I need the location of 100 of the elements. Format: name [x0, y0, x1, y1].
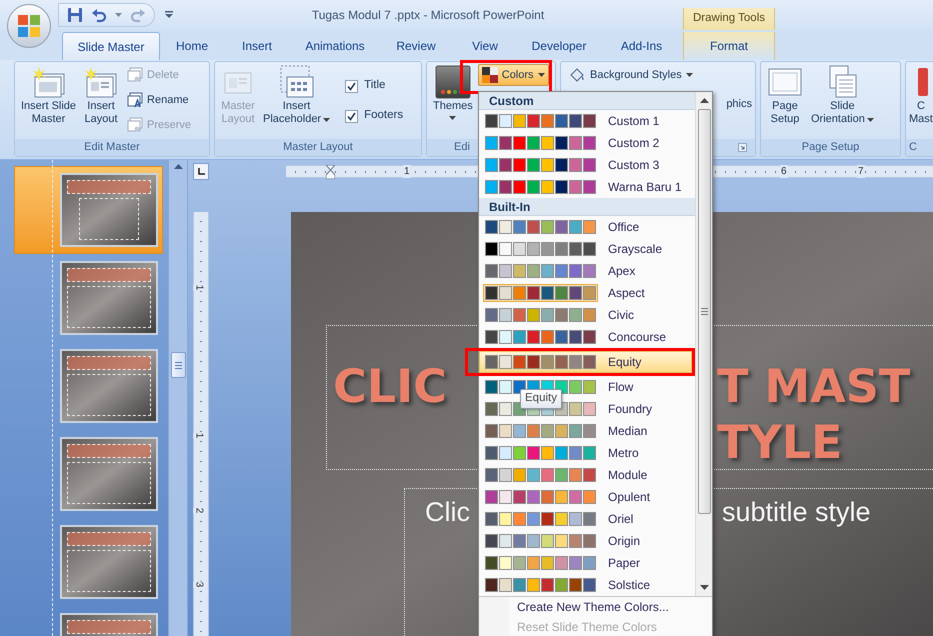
- slide-thumbnail[interactable]: [60, 437, 158, 511]
- scroll-down-icon[interactable]: [700, 585, 708, 590]
- colors-icon: [482, 67, 498, 83]
- ribbon-button[interactable]: Page Setup: [764, 62, 806, 138]
- slide-thumbnail[interactable]: [60, 349, 158, 423]
- tooltip: Equity: [520, 389, 562, 409]
- delete-slide-icon: [127, 67, 144, 83]
- tab-selector-button[interactable]: [193, 162, 209, 180]
- indent-marker-icon[interactable]: [326, 164, 335, 178]
- ribbon-tab[interactable]: Review: [380, 32, 452, 60]
- ribbon-tab[interactable]: Add-Ins: [600, 32, 683, 60]
- section-heading: Custom: [489, 92, 534, 110]
- office-button[interactable]: [7, 4, 51, 48]
- scroll-thumb[interactable]: [698, 109, 710, 514]
- menu-command[interactable]: Create New Theme Colors...: [509, 597, 712, 617]
- window-title: Tugas Modul 7 .pptx - Microsoft PowerPoint: [312, 7, 544, 24]
- theme-colors-item[interactable]: Custom 2: [479, 132, 695, 154]
- slide-title: T MAST: [717, 358, 910, 414]
- ribbon-button[interactable]: Insert Layout: [81, 62, 122, 138]
- checkbox[interactable]: Footers: [345, 106, 404, 126]
- ribbon-tab[interactable]: Animations: [290, 32, 380, 60]
- slide-thumbnail[interactable]: [60, 261, 158, 335]
- theme-colors-item[interactable]: Paper: [479, 552, 695, 574]
- theme-colors-item[interactable]: Civic: [479, 304, 695, 326]
- theme-colors-item[interactable]: Warna Baru 1: [479, 176, 695, 198]
- ruler-number: 1: [403, 164, 411, 178]
- theme-colors-item[interactable]: Concourse: [479, 326, 695, 348]
- save-icon[interactable]: [67, 7, 83, 23]
- ribbon-button[interactable]: C Mast: [906, 62, 933, 138]
- group-label: Edi: [454, 140, 470, 156]
- left-tab-icon: [198, 168, 204, 174]
- ribbon-button[interactable]: Themes: [430, 62, 476, 138]
- theme-colors-item[interactable]: Custom 3: [479, 154, 695, 176]
- ribbon-button[interactable]: Slide Orientation: [808, 62, 877, 138]
- rename-icon: [127, 92, 144, 108]
- new-slide-icon: [32, 66, 66, 98]
- ribbon-tab[interactable]: Format: [683, 32, 775, 60]
- scroll-up-icon[interactable]: [700, 98, 708, 103]
- ribbon-button[interactable]: Colors: [478, 64, 549, 86]
- theme-colors-item[interactable]: Grayscale: [479, 238, 695, 260]
- scroll-up-icon[interactable]: [174, 164, 182, 169]
- new-slide-icon: [84, 66, 118, 98]
- theme-colors-item[interactable]: Opulent: [479, 486, 695, 508]
- ruler-number: 6: [780, 164, 788, 178]
- theme-colors-item[interactable]: Metro: [479, 442, 695, 464]
- theme-colors-item[interactable]: Origin: [479, 530, 695, 552]
- theme-colors-item[interactable]: Custom 1: [479, 110, 695, 132]
- slide-thumbnail[interactable]: [60, 173, 158, 247]
- caret-icon: [866, 118, 874, 122]
- caret-icon: [686, 73, 693, 77]
- group-label: Page Setup: [802, 140, 860, 156]
- customize-toolbar-icon[interactable]: [165, 11, 173, 19]
- slide-subtitle: Clic: [425, 497, 470, 527]
- theme-colors-item[interactable]: Aspect: [479, 282, 695, 304]
- ribbon-button[interactable]: Insert Placeholder: [260, 62, 334, 138]
- office-logo-icon: [16, 13, 42, 39]
- ribbon-button[interactable]: Insert Slide Master: [18, 62, 80, 138]
- caret-icon: [449, 116, 456, 120]
- slide-title: CLIC: [333, 359, 447, 413]
- ribbon-tab[interactable]: Insert: [224, 32, 290, 60]
- undo-icon[interactable]: [91, 7, 107, 23]
- checkmark-icon: [347, 82, 356, 90]
- group-label: Master Layout: [283, 140, 353, 156]
- dialog-launcher-icon[interactable]: [738, 143, 747, 152]
- ruler-number: 3: [193, 582, 204, 588]
- theme-colors-item[interactable]: Office: [479, 216, 695, 238]
- caret-icon: [538, 73, 545, 77]
- themes-icon: [434, 65, 471, 99]
- ribbon-tab[interactable]: Home: [160, 32, 224, 60]
- slide-title: TYLE: [717, 414, 844, 470]
- checkmark-icon: [347, 112, 356, 120]
- theme-colors-item[interactable]: Median: [479, 420, 695, 442]
- ribbon-label: phics: [726, 97, 752, 112]
- ribbon-tab[interactable]: Developer: [518, 32, 600, 60]
- theme-colors-item[interactable]: Equity: [479, 351, 692, 373]
- ribbon-tab[interactable]: Slide Master: [62, 32, 160, 60]
- ribbon-button[interactable]: Rename: [123, 89, 193, 111]
- group-label: C: [909, 140, 917, 156]
- paint-bucket-icon: [568, 67, 586, 83]
- group-label: Edit Master: [84, 140, 140, 156]
- preserve-icon: [127, 117, 144, 133]
- caret-icon: [323, 118, 330, 122]
- page-setup-icon: [767, 66, 803, 98]
- contextual-tab-group: Drawing Tools: [683, 8, 775, 30]
- theme-colors-item[interactable]: Module: [479, 464, 695, 486]
- theme-colors-item[interactable]: Oriel: [479, 508, 695, 530]
- section-heading: Built-In: [489, 198, 530, 216]
- slide-thumbnail[interactable]: [60, 525, 158, 599]
- theme-colors-item[interactable]: Solstice: [479, 574, 695, 596]
- ribbon-button[interactable]: Background Styles: [564, 64, 697, 86]
- slide-subtitle: subtitle style: [722, 497, 871, 527]
- scroll-thumb[interactable]: [170, 352, 186, 378]
- ruler-number: 1: [193, 432, 204, 438]
- theme-colors-item[interactable]: Apex: [479, 260, 695, 282]
- caret-icon: [115, 13, 122, 17]
- ruler-number: 7: [857, 164, 865, 178]
- ruler-number: 2: [193, 508, 204, 514]
- ribbon-tab[interactable]: View: [452, 32, 518, 60]
- checkbox[interactable]: Title: [345, 76, 404, 96]
- ruler-number: 1: [193, 284, 204, 290]
